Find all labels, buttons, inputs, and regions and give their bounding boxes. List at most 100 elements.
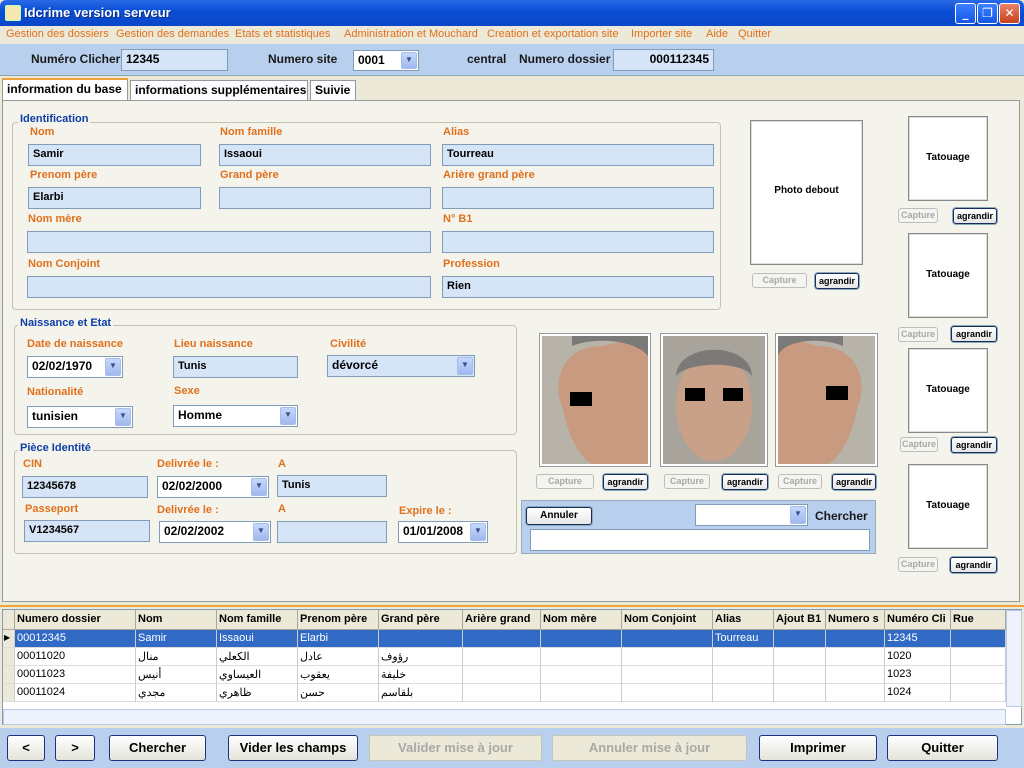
nom-field[interactable]: Samir: [28, 144, 201, 166]
capture-button[interactable]: Capture: [898, 327, 938, 342]
agrandir-button[interactable]: agrandir: [951, 326, 997, 342]
annuler-mise-a-jour-button[interactable]: Annuler mise à jour: [552, 735, 747, 761]
table-cell[interactable]: [541, 684, 622, 702]
expire-select[interactable]: 01/01/2008 ▼: [398, 521, 488, 543]
col-nom-conjoint[interactable]: Nom Conjoint: [622, 610, 713, 630]
table-cell[interactable]: مجدي: [136, 684, 217, 702]
chevron-down-icon[interactable]: ▼: [470, 523, 486, 541]
maximize-button[interactable]: ❐: [977, 3, 998, 24]
search-input[interactable]: [530, 529, 870, 551]
table-cell[interactable]: [826, 684, 885, 702]
agrandir-button[interactable]: agrandir: [832, 474, 876, 490]
close-button[interactable]: ✕: [999, 3, 1020, 24]
table-cell[interactable]: [622, 648, 713, 666]
table-cell[interactable]: [622, 666, 713, 684]
table-cell[interactable]: [622, 684, 713, 702]
table-cell[interactable]: [951, 666, 1006, 684]
table-cell[interactable]: [826, 648, 885, 666]
cin-lieu-field[interactable]: Tunis: [277, 475, 387, 497]
chevron-down-icon[interactable]: ▼: [401, 52, 417, 69]
table-cell[interactable]: رؤوف: [379, 648, 463, 666]
table-cell[interactable]: Tourreau: [713, 630, 774, 648]
table-cell[interactable]: [951, 648, 1006, 666]
chevron-down-icon[interactable]: ▼: [790, 506, 806, 524]
chevron-down-icon[interactable]: ▼: [115, 408, 131, 426]
date-naissance-select[interactable]: 02/02/1970 ▼: [27, 356, 123, 378]
table-cell[interactable]: منال: [136, 648, 217, 666]
table-cell[interactable]: 00011024: [15, 684, 136, 702]
tab-informations-supplementaires[interactable]: informations supplémentaires: [130, 80, 308, 100]
minimize-button[interactable]: _: [955, 3, 976, 24]
table-cell[interactable]: Elarbi: [298, 630, 379, 648]
sexe-select[interactable]: Homme ▼: [173, 405, 298, 427]
col-numero-cli[interactable]: Numéro Cli: [885, 610, 951, 630]
table-cell[interactable]: Samir: [136, 630, 217, 648]
table-cell[interactable]: [463, 648, 541, 666]
table-cell[interactable]: [826, 666, 885, 684]
conjoint-field[interactable]: [27, 276, 431, 298]
col-numero-s[interactable]: Numero s: [826, 610, 885, 630]
table-cell[interactable]: [951, 630, 1006, 648]
menu-aide[interactable]: Aide: [706, 28, 728, 40]
col-ajout-b1[interactable]: Ajout B1: [774, 610, 826, 630]
nationalite-select[interactable]: tunisien ▼: [27, 406, 133, 428]
agrandir-button[interactable]: agrandir: [722, 474, 768, 490]
cin-field[interactable]: 12345678: [22, 476, 148, 498]
agrandir-button[interactable]: agrandir: [815, 273, 859, 289]
numero-dossier-field[interactable]: 000112345: [613, 49, 714, 71]
row-selector[interactable]: ▶: [3, 630, 15, 648]
agrandir-button[interactable]: agrandir: [950, 557, 997, 573]
row-selector[interactable]: [3, 684, 15, 702]
capture-button[interactable]: Capture: [898, 557, 938, 572]
table-cell[interactable]: حسن: [298, 684, 379, 702]
valider-mise-a-jour-button[interactable]: Valider mise à jour: [369, 735, 542, 761]
chevron-down-icon[interactable]: ▼: [280, 407, 296, 425]
table-cell[interactable]: [826, 630, 885, 648]
numero-site-select[interactable]: 0001 ▼: [353, 50, 419, 71]
tab-information-du-base[interactable]: information du base: [2, 78, 128, 101]
table-cell[interactable]: [774, 666, 826, 684]
col-prenom-pere[interactable]: Prenom père: [298, 610, 379, 630]
passeport-field[interactable]: V1234567: [24, 520, 150, 542]
nom-mere-field[interactable]: [27, 231, 431, 253]
table-cell[interactable]: [713, 666, 774, 684]
table-cell[interactable]: [713, 684, 774, 702]
chevron-down-icon[interactable]: ▼: [251, 478, 267, 496]
vertical-scrollbar[interactable]: [1006, 610, 1022, 707]
quitter-button[interactable]: Quitter: [887, 735, 998, 761]
civilite-select[interactable]: dévorcé ▼: [327, 355, 475, 377]
menu-quitter[interactable]: Quitter: [738, 28, 771, 40]
search-criteria-select[interactable]: ▼: [695, 504, 808, 526]
capture-button[interactable]: Capture: [752, 273, 807, 288]
table-cell[interactable]: 1024: [885, 684, 951, 702]
table-cell[interactable]: 00011023: [15, 666, 136, 684]
prenom-pere-field[interactable]: Elarbi: [28, 187, 201, 209]
ariere-grand-pere-field[interactable]: [442, 187, 714, 209]
capture-button[interactable]: Capture: [898, 208, 938, 223]
col-nom-mere[interactable]: Nom mère: [541, 610, 622, 630]
col-alias[interactable]: Alias: [713, 610, 774, 630]
col-rue[interactable]: Rue: [951, 610, 1006, 630]
chercher-button[interactable]: Chercher: [109, 735, 206, 761]
horizontal-scrollbar[interactable]: [3, 709, 1006, 725]
table-cell[interactable]: 1020: [885, 648, 951, 666]
menu-gestion-demandes[interactable]: Gestion des demandes: [116, 28, 229, 40]
nom-famille-field[interactable]: Issaoui: [219, 144, 431, 166]
table-cell[interactable]: [622, 630, 713, 648]
col-nom[interactable]: Nom: [136, 610, 217, 630]
table-cell[interactable]: [379, 630, 463, 648]
chevron-down-icon[interactable]: ▼: [457, 357, 473, 375]
menu-gestion-dossiers[interactable]: Gestion des dossiers: [6, 28, 109, 40]
table-cell[interactable]: الكعلي: [217, 648, 298, 666]
table-cell[interactable]: [774, 630, 826, 648]
imprimer-button[interactable]: Imprimer: [759, 735, 877, 761]
capture-button[interactable]: Capture: [900, 437, 938, 452]
table-cell[interactable]: [541, 648, 622, 666]
menu-importer-site[interactable]: Importer site: [631, 28, 692, 40]
capture-button[interactable]: Capture: [536, 474, 594, 489]
cin-date-select[interactable]: 02/02/2000 ▼: [157, 476, 269, 498]
table-cell[interactable]: [541, 630, 622, 648]
table-cell[interactable]: أنيس: [136, 666, 217, 684]
table-cell[interactable]: [774, 684, 826, 702]
nb1-field[interactable]: [442, 231, 714, 253]
